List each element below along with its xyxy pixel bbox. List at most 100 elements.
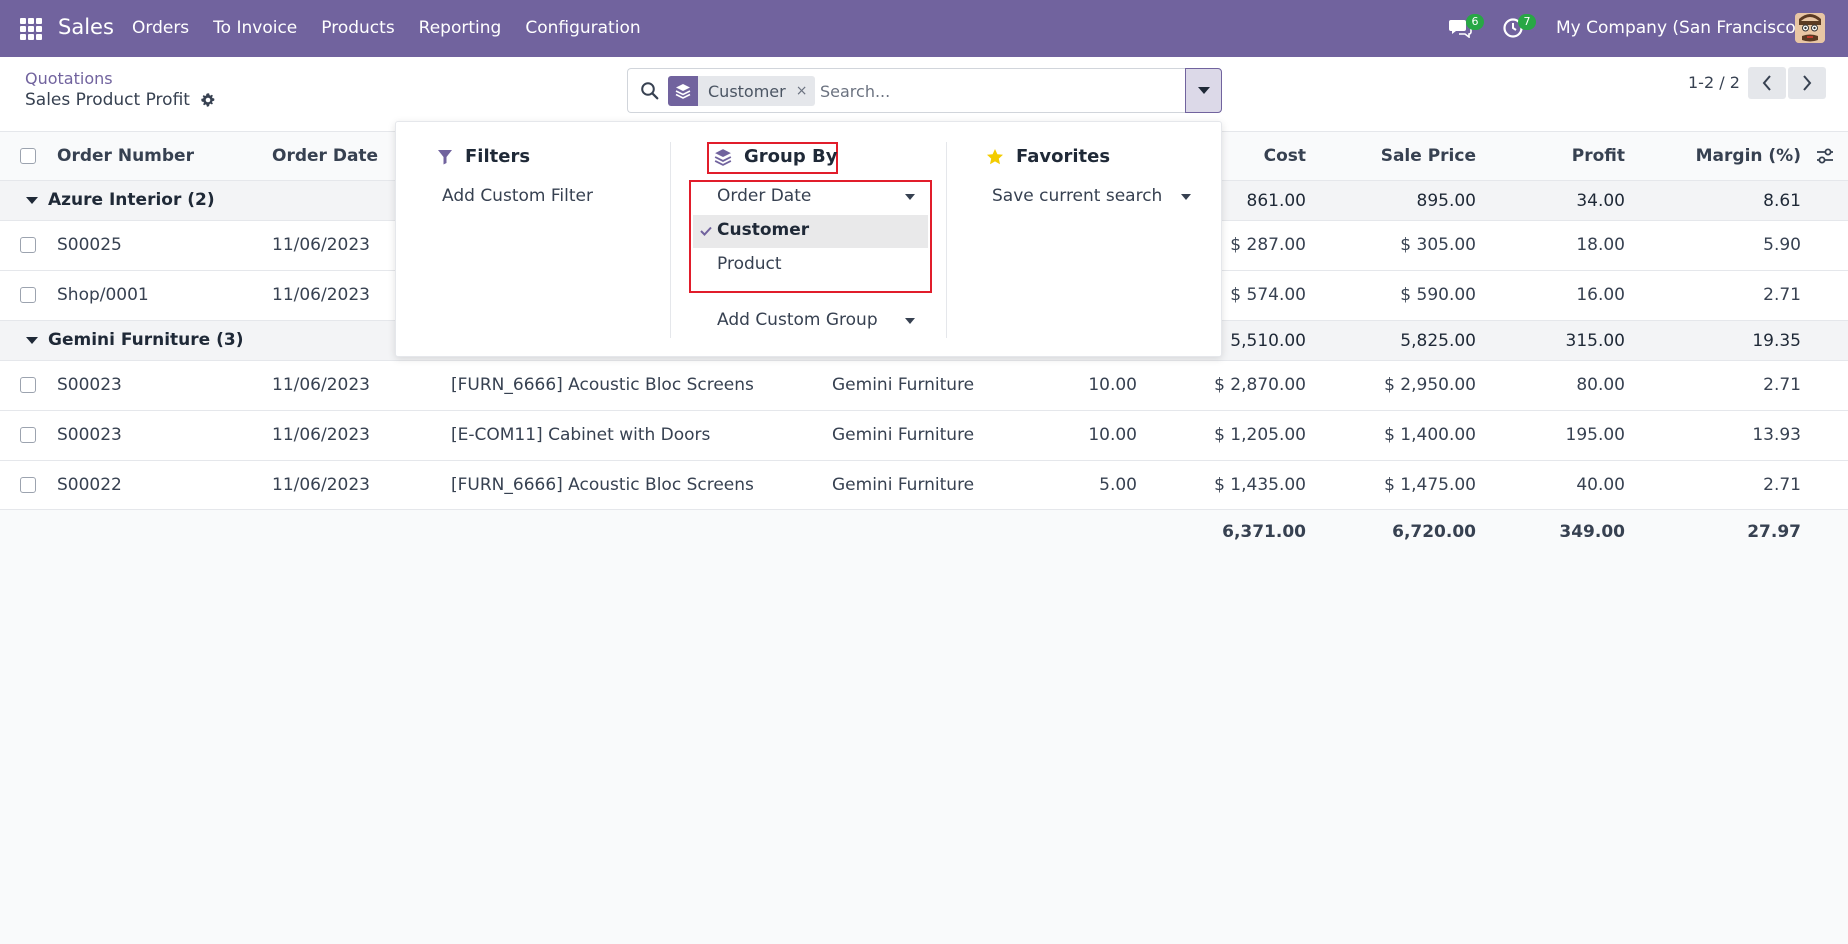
gear-icon[interactable] <box>200 92 216 108</box>
cell-margin: 5.90 <box>1763 235 1801 255</box>
column-divider <box>946 142 947 338</box>
layers-icon <box>668 76 698 106</box>
cell-sale-price: $ 1,475.00 <box>1384 475 1476 495</box>
column-divider <box>670 142 671 338</box>
breadcrumb-quotations[interactable]: Quotations <box>25 69 113 88</box>
group-margin: 19.35 <box>1752 331 1801 351</box>
search-input[interactable] <box>818 78 1178 104</box>
cell-product: [E-COM11] Cabinet with Doors <box>451 425 711 445</box>
add-custom-group-select[interactable]: Add Custom Group <box>717 310 878 330</box>
cell-margin: 2.71 <box>1763 475 1801 495</box>
select-all-checkbox[interactable] <box>20 148 36 164</box>
cell-margin: 13.93 <box>1752 425 1801 445</box>
caret-down-icon[interactable] <box>905 194 915 200</box>
group-by-header: Group By <box>714 146 837 167</box>
group-profit: 315.00 <box>1565 331 1625 351</box>
cell-order-number: S00023 <box>57 425 122 445</box>
cell-product: [FURN_6666] Acoustic Bloc Screens <box>451 475 754 495</box>
menu-configuration[interactable]: Configuration <box>525 18 640 38</box>
facet-remove-icon[interactable]: × <box>796 83 808 99</box>
filter-icon <box>438 149 452 164</box>
table-row[interactable]: S00023 11/06/2023 [FURN_6666] Acoustic B… <box>0 361 1848 411</box>
cell-cost: $ 1,205.00 <box>1214 425 1306 445</box>
app-name[interactable]: Sales <box>58 15 114 39</box>
filters-header: Filters <box>437 146 530 167</box>
cell-customer: Gemini Furniture <box>832 375 975 395</box>
row-checkbox[interactable] <box>20 427 36 443</box>
user-avatar[interactable] <box>1795 13 1825 43</box>
table-row[interactable]: S00022 11/06/2023 [FURN_6666] Acoustic B… <box>0 461 1848 510</box>
cell-order-number: S00023 <box>57 375 122 395</box>
cell-quantity: 10.00 <box>1088 425 1137 445</box>
cell-order-date: 11/06/2023 <box>272 425 370 445</box>
cell-cost: $ 1,435.00 <box>1214 475 1306 495</box>
total-margin: 27.97 <box>1747 522 1801 542</box>
row-checkbox[interactable] <box>20 377 36 393</box>
menu-orders[interactable]: Orders <box>132 18 189 38</box>
group-by-facet: Customer × <box>668 76 816 106</box>
checkmark-icon <box>700 226 712 236</box>
cell-order-number: Shop/0001 <box>57 285 149 305</box>
total-sale-price: 6,720.00 <box>1392 522 1476 542</box>
optional-columns-icon[interactable] <box>1815 146 1835 166</box>
top-navbar: Sales Orders To Invoice Products Reporti… <box>0 0 1848 57</box>
group-name: Gemini Furniture (3) <box>48 330 244 350</box>
avatar-face-icon <box>1795 13 1825 43</box>
layers-icon <box>714 148 732 166</box>
menu-reporting[interactable]: Reporting <box>419 18 502 38</box>
caret-down-icon <box>1197 86 1210 94</box>
company-switcher[interactable]: My Company (San Francisco) <box>1556 18 1802 38</box>
group-by-product[interactable]: Product <box>717 254 782 274</box>
page-title: Sales Product Profit <box>25 90 216 110</box>
pager-next-button[interactable] <box>1788 67 1826 99</box>
menu-to-invoice[interactable]: To Invoice <box>213 18 297 38</box>
search-icon[interactable] <box>640 81 660 101</box>
group-profit: 34.00 <box>1576 191 1625 211</box>
chevron-left-icon <box>1762 75 1771 91</box>
add-custom-filter-button[interactable]: Add Custom Filter <box>442 186 593 206</box>
table-row[interactable]: S00023 11/06/2023 [E-COM11] Cabinet with… <box>0 411 1848 461</box>
cell-sale-price: $ 590.00 <box>1400 285 1476 305</box>
cell-profit: 40.00 <box>1576 475 1625 495</box>
group-margin: 8.61 <box>1763 191 1801 211</box>
pager-previous-button[interactable] <box>1748 67 1786 99</box>
caret-down-icon[interactable] <box>1181 194 1191 200</box>
pager-value[interactable]: 1-2 / 2 <box>1688 73 1740 92</box>
total-cost: 6,371.00 <box>1222 522 1306 542</box>
favorites-title: Favorites <box>1016 146 1111 167</box>
search-options-toggle-button[interactable] <box>1185 68 1222 113</box>
star-icon <box>987 148 1003 164</box>
header-order-date[interactable]: Order Date <box>272 146 378 166</box>
search-options-dropdown: Filters Add Custom Filter Group By Order… <box>395 121 1222 357</box>
cell-margin: 2.71 <box>1763 285 1801 305</box>
chevron-right-icon <box>1803 75 1812 91</box>
group-sale-price: 5,825.00 <box>1400 331 1476 351</box>
group-by-title: Group By <box>744 146 838 167</box>
header-order-number[interactable]: Order Number <box>57 146 194 166</box>
cell-order-date: 11/06/2023 <box>272 285 370 305</box>
favorites-header: Favorites <box>986 146 1110 167</box>
activity-count-badge: 7 <box>1518 14 1536 30</box>
group-by-customer[interactable]: Customer <box>717 220 809 240</box>
group-sale-price: 895.00 <box>1416 191 1476 211</box>
save-current-search-button[interactable]: Save current search <box>992 186 1162 206</box>
header-profit[interactable]: Profit <box>1500 146 1625 166</box>
cell-order-number: S00025 <box>57 235 122 255</box>
totals-row: 6,371.00 6,720.00 349.00 27.97 <box>0 510 1848 560</box>
row-checkbox[interactable] <box>20 477 36 493</box>
menu-products[interactable]: Products <box>321 18 394 38</box>
cell-profit: 80.00 <box>1576 375 1625 395</box>
cell-sale-price: $ 305.00 <box>1400 235 1476 255</box>
header-margin[interactable]: Margin (%) <box>1650 146 1801 166</box>
cell-order-number: S00022 <box>57 475 122 495</box>
group-by-order-date[interactable]: Order Date <box>717 186 811 206</box>
row-checkbox[interactable] <box>20 237 36 253</box>
cell-profit: 18.00 <box>1576 235 1625 255</box>
row-checkbox[interactable] <box>20 287 36 303</box>
page-title-text: Sales Product Profit <box>25 90 190 110</box>
apps-menu-icon[interactable] <box>20 18 42 40</box>
header-sale-price[interactable]: Sale Price <box>1330 146 1476 166</box>
group-name: Azure Interior (2) <box>48 190 215 210</box>
caret-down-icon[interactable] <box>905 318 915 324</box>
cell-cost: $ 2,870.00 <box>1214 375 1306 395</box>
